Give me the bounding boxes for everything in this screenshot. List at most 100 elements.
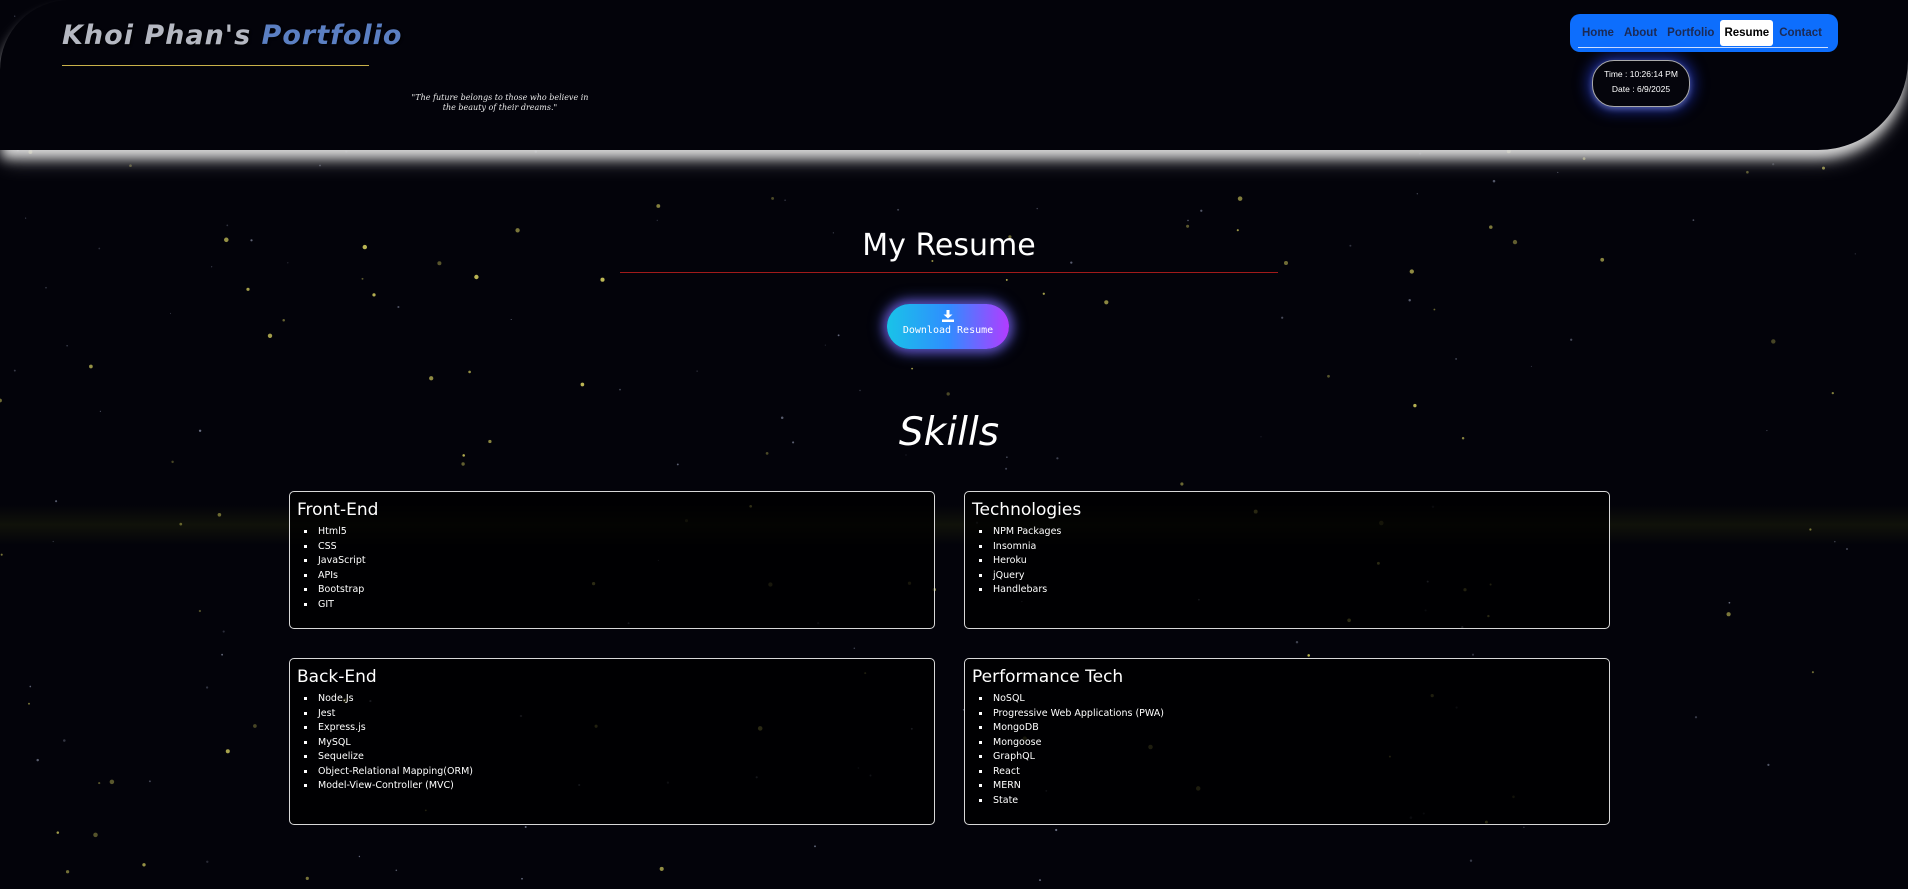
star (129, 164, 132, 168)
star (429, 376, 434, 381)
skill-list: NPM PackagesInsomniaHerokujQueryHandleba… (973, 525, 1061, 598)
star (1056, 457, 1059, 460)
star (148, 780, 151, 783)
star (1854, 253, 1856, 255)
star (1461, 437, 1465, 440)
star (1036, 207, 1038, 210)
star (63, 739, 66, 742)
star (1771, 339, 1776, 344)
star (45, 286, 47, 289)
star (29, 685, 32, 688)
star (198, 609, 202, 613)
star (600, 277, 605, 282)
nav-list: Home About Portfolio Resume Contact (1578, 20, 1828, 46)
skill-item: GIT (316, 598, 366, 613)
star (98, 247, 101, 250)
skill-item: Sequelize (316, 750, 473, 765)
nav-home[interactable]: Home (1578, 20, 1618, 46)
nav-about[interactable]: About (1620, 20, 1661, 46)
star (1469, 859, 1473, 862)
star (510, 318, 512, 321)
star (1767, 763, 1770, 767)
star (65, 870, 70, 874)
star (198, 429, 202, 433)
star (221, 653, 223, 656)
skill-item: Model-View-Controller (MVC) (316, 779, 473, 794)
star (1200, 209, 1203, 212)
star (461, 462, 465, 466)
star (171, 460, 174, 464)
download-resume-label: Download Resume (902, 325, 994, 336)
star (659, 866, 664, 871)
star (225, 749, 230, 754)
star (1295, 640, 1299, 644)
star (524, 825, 527, 829)
star (0, 553, 3, 556)
star (1104, 300, 1109, 305)
clock-date: Date : 6/9/2025 (1611, 84, 1671, 94)
star (1349, 244, 1352, 247)
skill-list: Node.JsJestExpress.jsMySQLSequelizeObjec… (298, 692, 473, 794)
star (488, 439, 492, 444)
star (206, 860, 209, 863)
skill-card-title: Back-End (297, 667, 377, 687)
star (1692, 219, 1695, 221)
star (345, 150, 348, 153)
skill-item: Progressive Web Applications (PWA) (991, 707, 1164, 722)
nav-contact[interactable]: Contact (1775, 20, 1826, 46)
star (1726, 612, 1731, 617)
site-logo[interactable]: Khoi Phan's Portfolio (62, 20, 402, 51)
skill-list: NoSQLProgressive Web Applications (PWA) M… (973, 692, 1164, 808)
star (305, 876, 309, 880)
skill-card-title: Front-End (297, 500, 379, 520)
star (824, 344, 826, 346)
star (56, 831, 60, 834)
star (837, 334, 840, 337)
star (253, 724, 257, 728)
star (93, 832, 98, 838)
star (1822, 166, 1825, 170)
clock-time: Time : 10:26:14 PM (1604, 69, 1678, 79)
header-quote: "The future belongs to those who believe… (411, 93, 589, 112)
skill-item: Mongoose (991, 736, 1164, 751)
main-nav: Home About Portfolio Resume Contact (1570, 14, 1838, 52)
nav-resume[interactable]: Resume (1720, 20, 1774, 46)
logo-underline (62, 65, 369, 66)
nav-portfolio[interactable]: Portfolio (1663, 20, 1718, 46)
star (911, 367, 914, 370)
skill-card-technologies: Technologies NPM PackagesInsomniaHerokuj… (964, 491, 1610, 629)
skill-item: NPM Packages (991, 525, 1061, 540)
skill-item: Node.Js (316, 692, 473, 707)
star (109, 779, 115, 785)
star (222, 630, 225, 633)
nav-underline (1578, 47, 1828, 48)
skill-item: NoSQL (991, 692, 1164, 707)
star (534, 150, 538, 153)
page-title: My Resume (862, 228, 1036, 263)
skill-card-title: Performance Tech (972, 667, 1124, 687)
star (1005, 278, 1008, 281)
star (1327, 374, 1330, 378)
star (771, 196, 775, 200)
site-header: Khoi Phan's Portfolio "The future belong… (0, 0, 1908, 150)
star (1846, 548, 1848, 550)
skill-item: State (991, 794, 1164, 809)
download-resume-button[interactable]: Download Resume (887, 304, 1009, 349)
star (28, 702, 30, 705)
star (224, 237, 229, 243)
star (784, 199, 786, 201)
star (1831, 391, 1834, 395)
star (1408, 299, 1411, 302)
star (1006, 456, 1008, 458)
star (437, 261, 442, 266)
star (1055, 828, 1058, 832)
star (1416, 193, 1418, 195)
star (89, 364, 93, 369)
star (55, 500, 58, 503)
star (656, 219, 658, 222)
star (1042, 292, 1045, 295)
star (25, 217, 27, 219)
star (66, 345, 68, 347)
star (814, 845, 816, 848)
star (99, 410, 102, 413)
